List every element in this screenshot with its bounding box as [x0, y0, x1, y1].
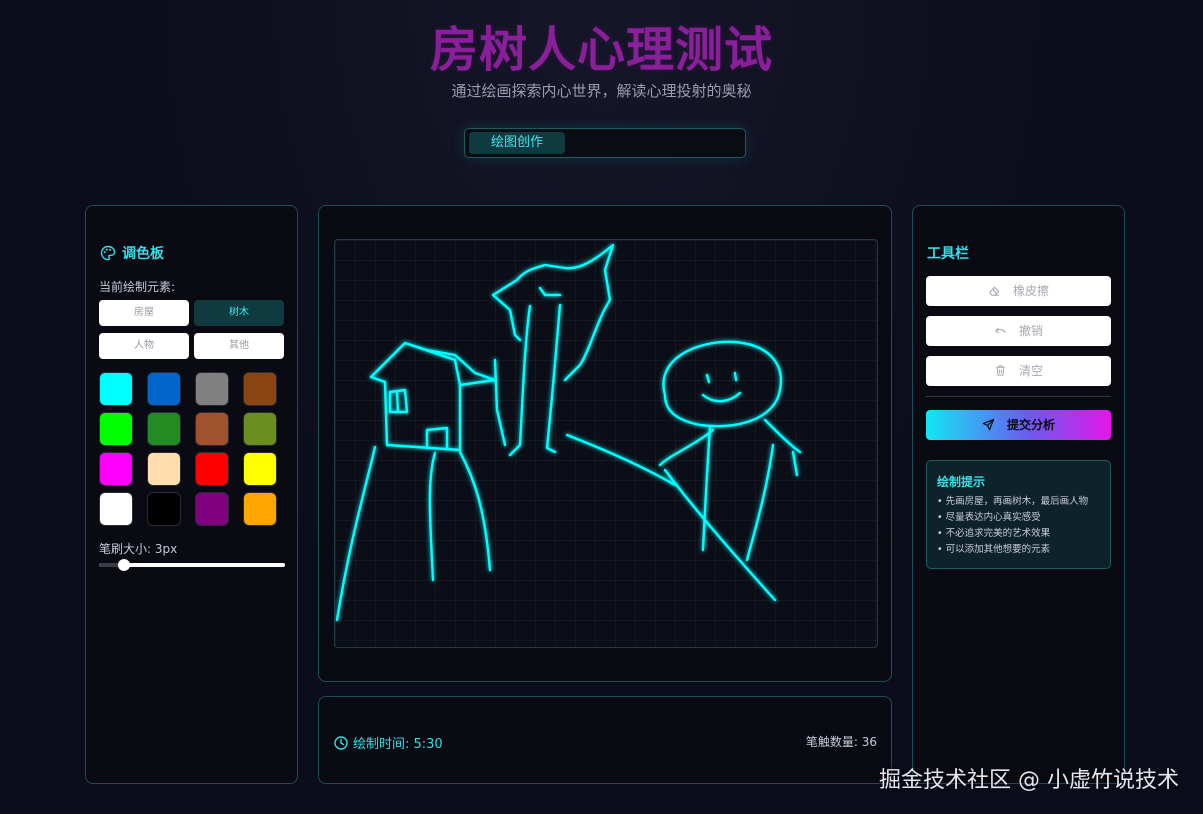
color-swatch[interactable]	[195, 492, 229, 526]
toolbar-divider	[926, 396, 1111, 397]
drawing-canvas[interactable]	[334, 239, 878, 648]
current-element-label: 当前绘制元素:	[99, 280, 176, 294]
clear-label: 清空	[1018, 364, 1043, 378]
stroke-person-eye-right	[733, 371, 738, 382]
send-icon	[982, 418, 995, 431]
status-panel: 绘制时间: 5:30 笔触数量: 36	[318, 696, 892, 784]
color-swatch[interactable]	[195, 452, 229, 486]
draw-timer-text: 绘制时间: 5:30	[353, 737, 443, 752]
canvas-panel	[318, 205, 892, 682]
tips-list: • 先画房屋，再画树木，最后画人物 • 尽量表达内心真实感受 • 不必追求完美的…	[937, 494, 1088, 558]
color-swatch[interactable]	[243, 412, 277, 446]
element-other-button[interactable]: 其他	[194, 333, 284, 359]
tip-item: • 不必追求完美的艺术效果	[937, 528, 1051, 539]
color-swatch[interactable]	[147, 492, 181, 526]
eraser-button[interactable]: 橡皮擦	[926, 276, 1111, 306]
element-person-button[interactable]: 人物	[99, 333, 189, 359]
clock-icon	[334, 736, 348, 750]
trash-icon	[996, 365, 1005, 376]
tip-item: • 先画房屋，再画树木，最后画人物	[937, 496, 1089, 507]
submit-analysis-button[interactable]: 提交分析	[926, 410, 1111, 440]
element-house-button[interactable]: 房屋	[99, 300, 189, 326]
color-swatch[interactable]	[99, 452, 133, 486]
stroke-count: 笔触数量: 36	[805, 735, 877, 749]
toolbar-panel: 工具栏 橡皮擦 撤销 清空 提交分析 绘制提示 • 先画房屋，再画树木，最后画人…	[912, 205, 1125, 784]
color-swatch[interactable]	[243, 372, 277, 406]
watermark: 掘金技术社区 @ 小虚竹说技术	[879, 768, 1179, 793]
color-swatch[interactable]	[243, 452, 277, 486]
undo-icon	[995, 328, 1006, 333]
eraser-icon	[989, 286, 1000, 296]
color-swatch[interactable]	[147, 412, 181, 446]
canvas-grid	[335, 240, 877, 647]
color-swatch[interactable]	[195, 372, 229, 406]
page-subtitle: 通过绘画探索内心世界，解读心理投射的奥秘	[451, 82, 752, 100]
mode-tabs: 绘图创作	[464, 128, 746, 158]
toolbar-title: 工具栏	[927, 246, 969, 262]
palette-panel: 调色板 当前绘制元素: 房屋 树木 人物 其他 笔刷大小: 3px	[85, 205, 298, 784]
drawing-svg	[335, 240, 877, 647]
color-swatch[interactable]	[147, 372, 181, 406]
element-tree-button[interactable]: 树木	[194, 300, 284, 326]
clear-button[interactable]: 清空	[926, 356, 1111, 386]
color-swatch[interactable]	[147, 452, 181, 486]
tip-item: • 尽量表达内心真实感受	[937, 512, 1041, 523]
palette-title-text: 调色板	[122, 246, 164, 262]
drawing-tips: 绘制提示 • 先画房屋，再画树木，最后画人物 • 尽量表达内心真实感受 • 不必…	[926, 460, 1111, 569]
color-swatch[interactable]	[99, 492, 133, 526]
undo-button[interactable]: 撤销	[926, 316, 1111, 346]
eraser-label: 橡皮擦	[1012, 284, 1049, 298]
palette-icon	[100, 245, 116, 261]
palette-title: 调色板	[100, 243, 164, 263]
tips-title: 绘制提示	[937, 475, 986, 489]
submit-analysis-label: 提交分析	[1006, 418, 1055, 432]
brush-size-label: 笔刷大小: 3px	[99, 542, 178, 556]
color-swatch[interactable]	[99, 372, 133, 406]
tab-drawing[interactable]: 绘图创作	[469, 132, 565, 154]
page-title: 房树人心理测试	[429, 22, 773, 78]
color-swatch[interactable]	[195, 412, 229, 446]
undo-label: 撤销	[1018, 324, 1043, 338]
tip-item: • 可以添加其他想要的元素	[937, 544, 1051, 555]
color-swatch[interactable]	[243, 492, 277, 526]
color-swatch[interactable]	[99, 412, 133, 446]
draw-timer: 绘制时间: 5:30	[334, 733, 443, 752]
brush-size-slider-thumb[interactable]	[118, 559, 130, 571]
